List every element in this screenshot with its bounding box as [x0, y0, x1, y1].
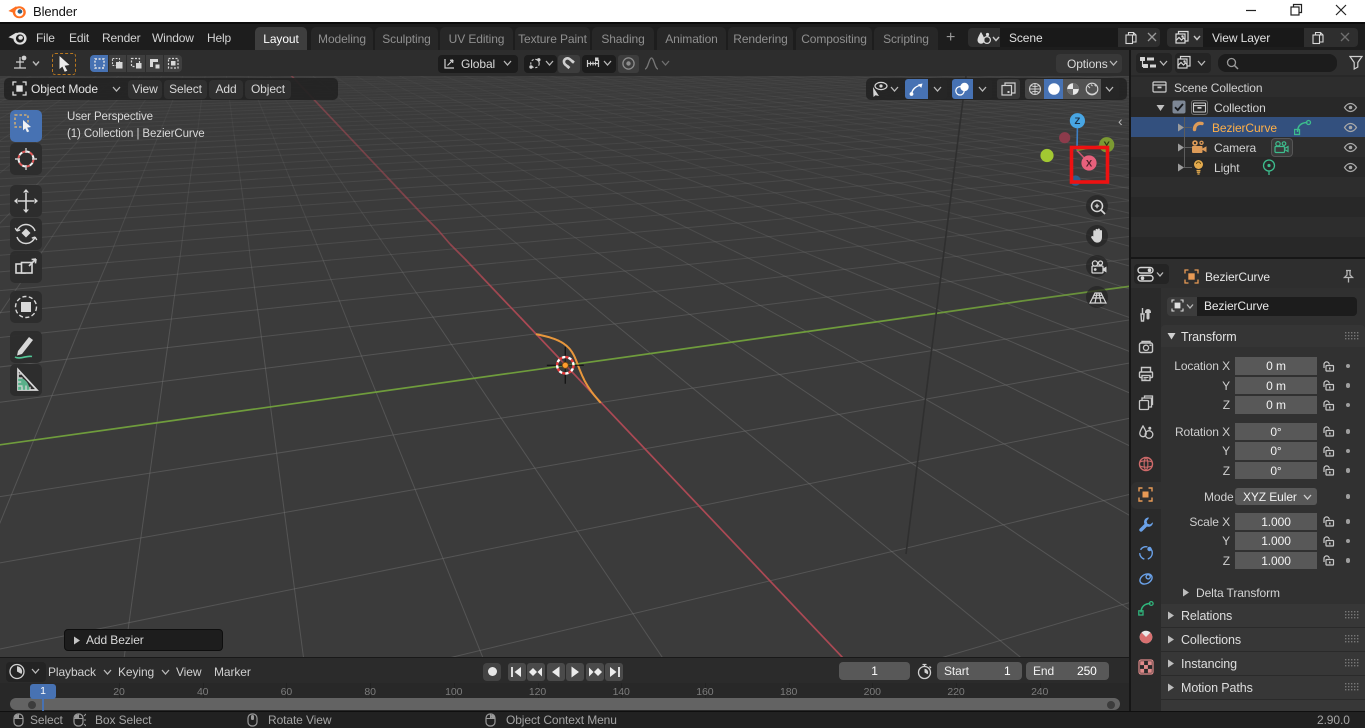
- svg-text:X: X: [1086, 159, 1093, 170]
- svg-text:Z: Z: [1074, 116, 1080, 127]
